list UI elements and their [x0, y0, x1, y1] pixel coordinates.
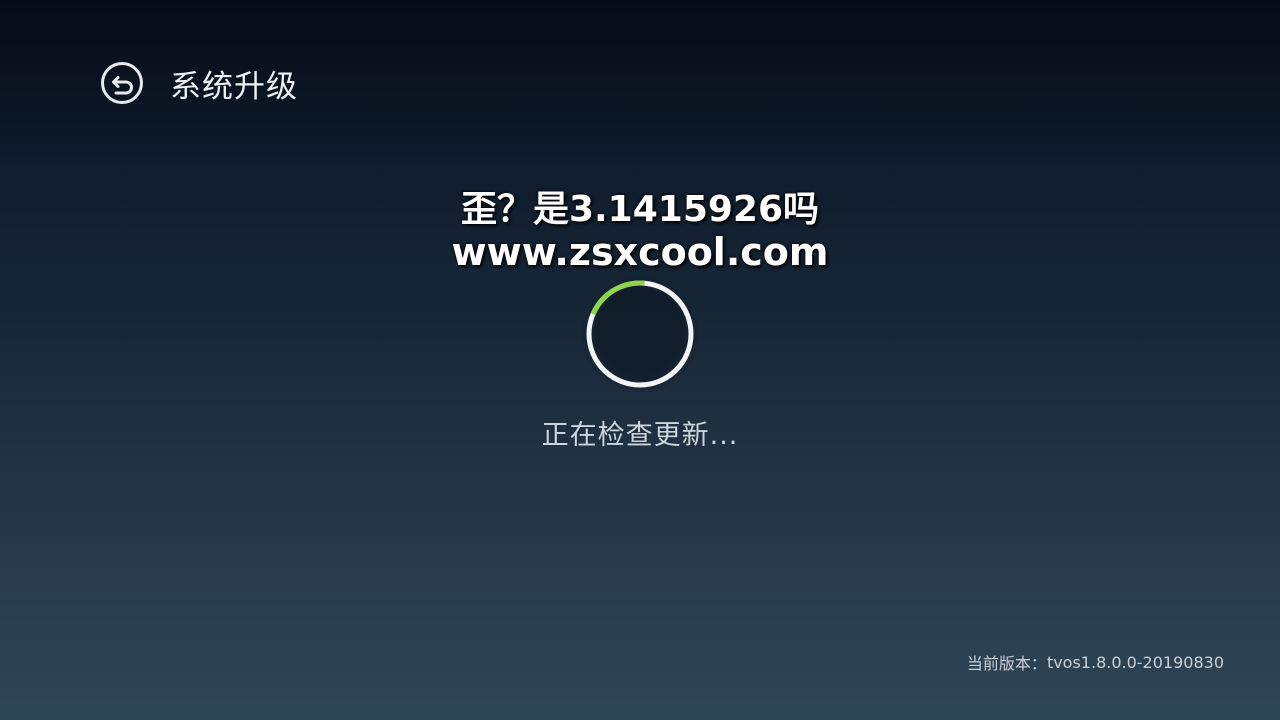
loading-spinner-icon — [580, 276, 700, 392]
watermark-line-2: www.zsxcool.com — [451, 230, 829, 274]
page-title: 系统升级 — [170, 68, 298, 105]
header: 系统升级 — [100, 61, 298, 105]
watermark-line-1: 歪？是3.1415926吗 — [460, 189, 820, 230]
version-label: 当前版本： — [966, 654, 1047, 673]
version-value: tvos1.8.0.0-20190830 — [1046, 652, 1224, 672]
current-version: 当前版本： tvos1.8.0.0-20190830 — [967, 650, 1224, 674]
update-status-text: 正在检查更新... — [541, 420, 739, 451]
back-arrow-circle-icon[interactable] — [100, 61, 144, 105]
loading-spinner — [578, 276, 702, 392]
